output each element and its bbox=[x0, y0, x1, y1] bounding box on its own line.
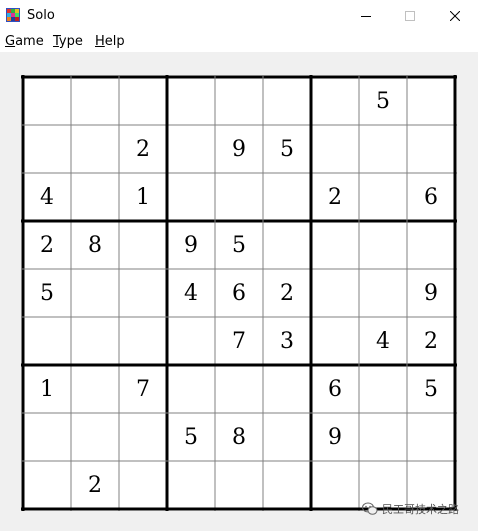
watermark-text: 民工哥技术之路 bbox=[382, 503, 459, 516]
menu-game-mnemonic: G bbox=[5, 34, 16, 49]
menu-help-rest: elp bbox=[104, 34, 125, 49]
minimize-icon bbox=[361, 16, 371, 17]
close-button[interactable] bbox=[432, 0, 478, 32]
watermark: 民工哥技术之路 bbox=[362, 501, 459, 517]
menu-type-rest: ype bbox=[58, 34, 83, 49]
menu-game[interactable]: Game bbox=[5, 34, 44, 50]
title-bar: Solo bbox=[0, 0, 478, 32]
menu-help-mnemonic: H bbox=[95, 34, 105, 49]
menu-type[interactable]: Type bbox=[53, 34, 83, 50]
maximize-button[interactable] bbox=[387, 0, 433, 32]
menu-help[interactable]: Help bbox=[95, 34, 125, 50]
menu-game-rest: ame bbox=[15, 34, 44, 49]
close-icon bbox=[450, 11, 460, 21]
wechat-icon bbox=[362, 502, 378, 515]
window-title: Solo bbox=[27, 8, 55, 23]
sudoku-grid-lines bbox=[21, 75, 457, 511]
maximize-icon bbox=[405, 11, 415, 21]
menu-bar: Game Type Help bbox=[0, 32, 478, 52]
minimize-button[interactable] bbox=[343, 0, 389, 32]
app-icon bbox=[6, 8, 20, 22]
